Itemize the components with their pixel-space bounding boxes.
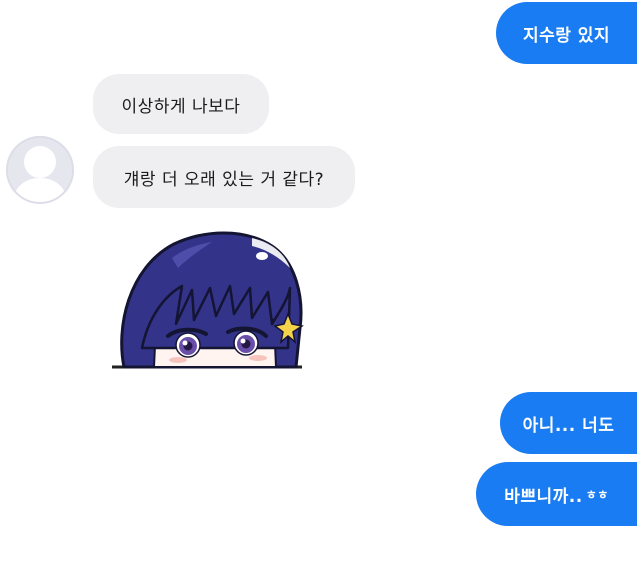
- default-user-avatar-icon: [6, 136, 74, 204]
- message-text-suffix: ㅎㅎ: [585, 487, 609, 502]
- outgoing-message-bubble[interactable]: 지수랑 있지: [496, 2, 637, 64]
- incoming-message-bubble[interactable]: 걔랑 더 오래 있는 거 같다?: [93, 146, 355, 208]
- message-text: 아니... 너도: [522, 415, 615, 436]
- message-text: 지수랑 있지: [522, 25, 611, 46]
- sticker-message[interactable]: [112, 228, 310, 374]
- outgoing-message-bubble[interactable]: 아니... 너도: [500, 392, 637, 454]
- incoming-message-bubble[interactable]: 이상하게 나보다: [93, 74, 269, 134]
- outgoing-message-bubble[interactable]: 바쁘니까.. ㅎㅎ: [476, 462, 637, 526]
- contact-avatar[interactable]: [6, 136, 74, 204]
- message-text: 이상하게 나보다: [121, 96, 241, 117]
- message-text: 걔랑 더 오래 있는 거 같다?: [123, 169, 325, 190]
- message-text: 바쁘니까..: [504, 486, 583, 507]
- anime-girl-peeking-sticker-icon: [112, 231, 304, 369]
